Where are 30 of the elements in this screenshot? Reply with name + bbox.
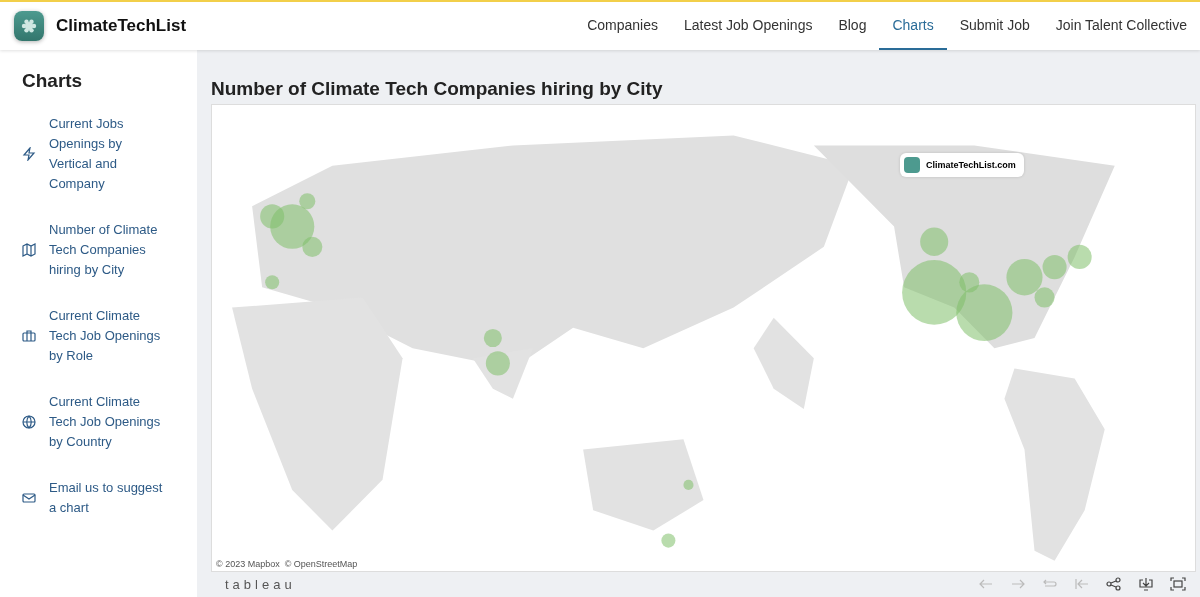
share-icon bbox=[1106, 577, 1122, 591]
sidebar-link[interactable]: Current Climate Tech Job Openings by Country bbox=[49, 392, 164, 452]
brand-name[interactable]: ClimateTechList bbox=[56, 16, 187, 36]
map-attribution: © 2023 Mapbox © OpenStreetMap bbox=[216, 559, 358, 569]
briefcase-icon bbox=[22, 329, 36, 343]
fullscreen-icon bbox=[1170, 577, 1186, 591]
sidebar-link[interactable]: Number of Climate Tech Companies hiring by City bbox=[49, 220, 164, 280]
chart-title: Number of Climate Tech Companies hiring by City bbox=[211, 78, 664, 100]
nav-link[interactable]: Charts bbox=[879, 2, 947, 50]
nav-link[interactable]: Latest Job Openings bbox=[671, 2, 826, 50]
logo-icon bbox=[904, 157, 920, 173]
left-arrow-icon bbox=[978, 577, 994, 591]
right-arrow-icon bbox=[1010, 577, 1026, 591]
nav-link[interactable]: Submit Job bbox=[946, 2, 1043, 50]
sidebar-link[interactable]: Email us to suggest a chart bbox=[49, 478, 164, 518]
sidebar-link[interactable]: Current Climate Tech Job Openings by Role bbox=[49, 306, 164, 366]
globe-icon bbox=[22, 415, 36, 429]
map-icon bbox=[22, 243, 36, 257]
sidebar-title: Charts bbox=[22, 70, 84, 92]
nav-link[interactable]: Blog bbox=[825, 2, 880, 50]
sidebar-link[interactable]: Current Jobs Openings by Vertical and Company bbox=[49, 114, 164, 194]
lightning-icon bbox=[22, 147, 36, 161]
logo-icon[interactable] bbox=[14, 11, 44, 41]
nav-link[interactable]: Companies bbox=[574, 2, 671, 50]
tableau-logo[interactable]: tableau bbox=[211, 576, 296, 592]
nav-link[interactable]: Join Talent Collective bbox=[1042, 2, 1200, 50]
download-icon bbox=[1138, 577, 1154, 591]
mail-icon bbox=[22, 491, 36, 505]
back-to-start-icon bbox=[1074, 577, 1090, 591]
badge-text: ClimateTechList.com bbox=[926, 160, 1016, 170]
